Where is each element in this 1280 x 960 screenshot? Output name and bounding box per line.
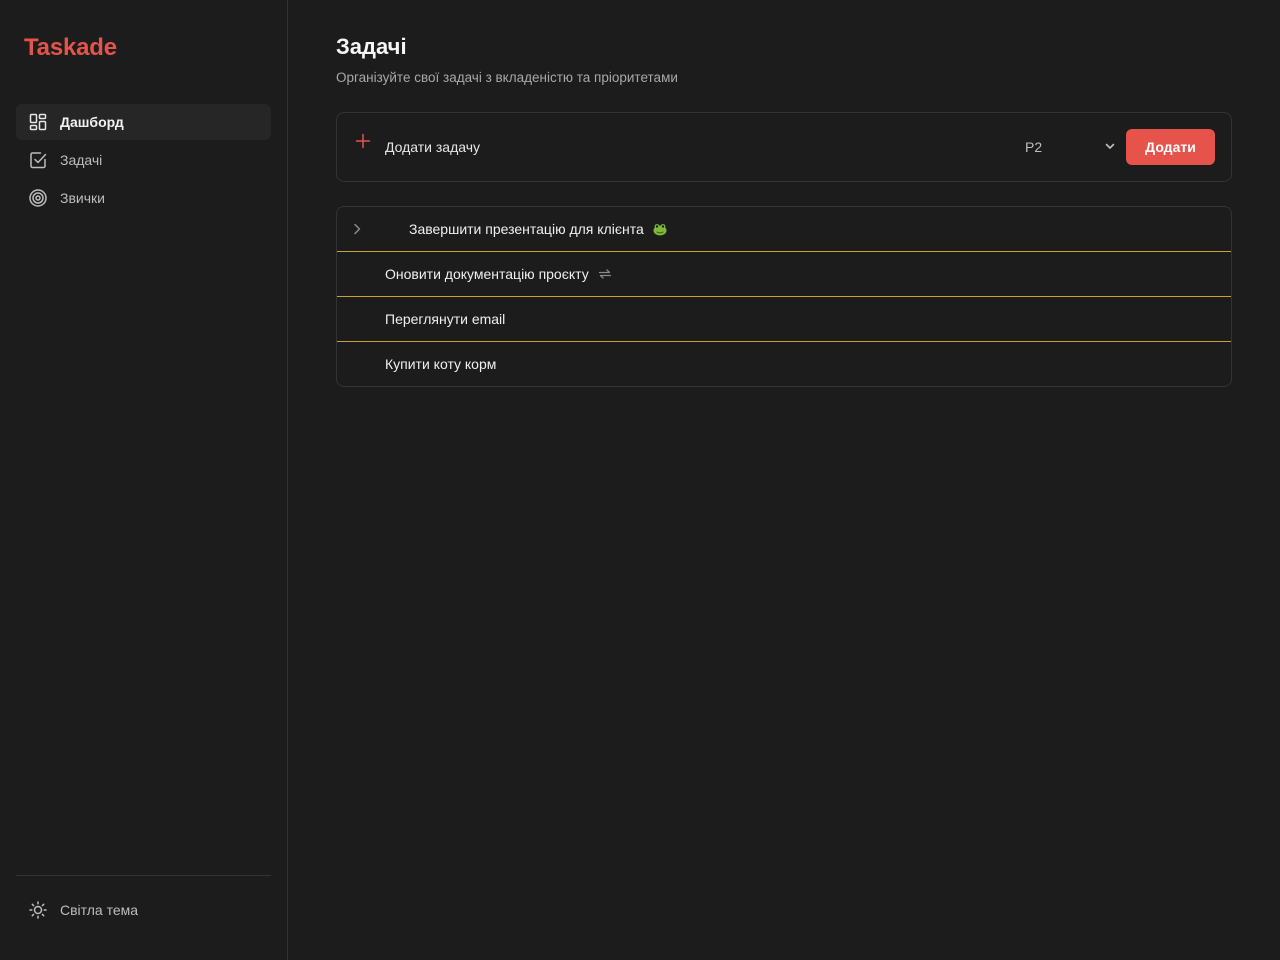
sidebar-nav: Дашборд Задачі Звички — [16, 104, 271, 218]
sidebar: Taskade Дашборд Задачі Звички Світла тем… — [0, 0, 288, 960]
chevron-right-icon[interactable] — [349, 221, 365, 237]
chevron-down-icon — [1103, 139, 1117, 156]
page-title: Задачі — [336, 34, 407, 59]
task-row[interactable]: Переглянути email — [337, 297, 1231, 342]
priority-select[interactable]: P2 — [1025, 135, 1117, 159]
sidebar-item-label: Дашборд — [60, 114, 124, 130]
frog-icon — [652, 221, 668, 237]
task-row[interactable]: Оновити документацію проєкту — [337, 252, 1231, 297]
task-title: Завершити презентацію для клієнта — [409, 221, 644, 237]
sidebar-item-tasks[interactable]: Задачі — [16, 142, 271, 178]
add-task-card: P2 Додати — [336, 112, 1232, 182]
task-row[interactable]: Купити коту корм — [337, 342, 1231, 386]
page-subtitle: Організуйте свої задачі з вкладеністю та… — [336, 70, 678, 85]
sidebar-item-dashboard[interactable]: Дашборд — [16, 104, 271, 140]
sidebar-item-label: Звички — [60, 190, 105, 206]
sidebar-item-habits[interactable]: Звички — [16, 180, 271, 216]
task-title-wrap: Завершити презентацію для клієнта — [409, 221, 668, 237]
priority-value: P2 — [1025, 139, 1043, 155]
task-title: Купити коту корм — [385, 356, 497, 372]
theme-toggle-button[interactable]: Світла тема — [16, 892, 271, 928]
theme-toggle-label: Світла тема — [60, 902, 139, 918]
task-title-wrap: Оновити документацію проєкту — [385, 266, 613, 282]
app-root: Taskade Дашборд Задачі Звички Світла тем… — [0, 0, 1280, 960]
task-row[interactable]: Завершити презентацію для клієнта — [337, 207, 1231, 252]
checkbox-icon — [28, 150, 48, 170]
task-list: Завершити презентацію для клієнта Оновит… — [336, 206, 1232, 387]
sidebar-item-label: Задачі — [60, 152, 103, 168]
sidebar-footer: Світла тема — [16, 875, 271, 960]
target-icon — [28, 188, 48, 208]
task-title: Переглянути email — [385, 311, 506, 327]
repeat-icon — [597, 266, 613, 282]
add-task-input[interactable] — [385, 135, 1005, 159]
sun-icon — [28, 900, 48, 920]
dashboard-icon — [28, 112, 48, 132]
task-title: Оновити документацію проєкту — [385, 266, 589, 282]
add-task-button[interactable]: Додати — [1126, 129, 1215, 165]
main-content: Задачі Організуйте свої задачі з вкладен… — [288, 0, 1280, 960]
app-logo[interactable]: Taskade — [24, 34, 117, 62]
plus-icon — [355, 133, 371, 149]
